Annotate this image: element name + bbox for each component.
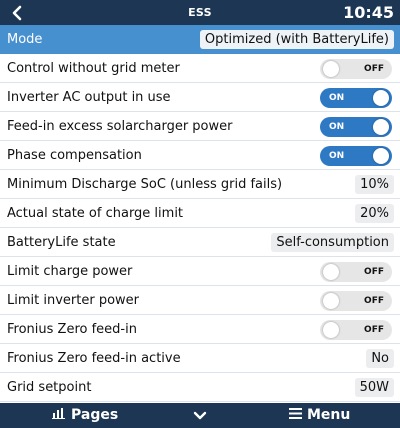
row-mode[interactable]: Mode Optimized (with BatteryLife) [0, 25, 400, 54]
row-fronius-zero-feed-in-active[interactable]: Fronius Zero feed-in active No [0, 344, 400, 373]
phase-compensation-toggle[interactable]: ON [320, 146, 392, 166]
control-without-grid-meter-toggle[interactable]: OFF [320, 59, 392, 79]
row-limit-charge-power[interactable]: Limit charge power OFF [0, 257, 400, 286]
toggle-state: OFF [364, 325, 384, 335]
row-phase-compensation[interactable]: Phase compensation ON [0, 141, 400, 170]
pages-label: Pages [71, 407, 119, 423]
row-label: Actual state of charge limit [7, 205, 184, 221]
hamburger-icon [289, 407, 302, 423]
grid-setpoint-value[interactable]: 50W [354, 378, 394, 397]
pages-button[interactable]: Pages [52, 407, 118, 423]
actual-soc-limit-value: 20% [355, 204, 394, 223]
mode-value[interactable]: Optimized (with BatteryLife) [199, 30, 394, 49]
toggle-knob [323, 293, 339, 309]
inverter-ac-output-toggle[interactable]: ON [320, 88, 392, 108]
row-limit-inverter-power[interactable]: Limit inverter power OFF [0, 286, 400, 315]
toggle-knob [373, 90, 389, 106]
toggle-state: OFF [364, 267, 384, 277]
row-label: Fronius Zero feed-in active [7, 350, 181, 366]
toggle-state: ON [329, 93, 345, 103]
row-inverter-ac-output[interactable]: Inverter AC output in use ON [0, 83, 400, 112]
toggle-knob [373, 119, 389, 135]
row-grid-setpoint[interactable]: Grid setpoint 50W [0, 373, 400, 402]
menu-button[interactable]: Menu [289, 407, 350, 423]
row-feed-in-excess-solar[interactable]: Feed-in excess solarcharger power ON [0, 112, 400, 141]
bottom-bar: Pages Menu [0, 403, 400, 428]
feed-in-excess-solar-toggle[interactable]: ON [320, 117, 392, 137]
row-control-without-grid-meter[interactable]: Control without grid meter OFF [0, 54, 400, 83]
row-label: Minimum Discharge SoC (unless grid fails… [7, 176, 283, 192]
row-label: Grid setpoint [7, 379, 92, 395]
page-title: ESS [188, 6, 212, 19]
row-batterylife-state[interactable]: BatteryLife state Self-consumption [0, 228, 400, 257]
chevron-down-icon[interactable] [193, 409, 207, 425]
limit-inverter-power-toggle[interactable]: OFF [320, 291, 392, 311]
toggle-knob [323, 264, 339, 280]
row-actual-soc-limit[interactable]: Actual state of charge limit 20% [0, 199, 400, 228]
toggle-state: OFF [364, 296, 384, 306]
toggle-knob [323, 61, 339, 77]
toggle-knob [323, 322, 339, 338]
batterylife-state-value: Self-consumption [271, 233, 394, 252]
toggle-knob [373, 148, 389, 164]
fronius-zero-feed-in-toggle[interactable]: OFF [320, 320, 392, 340]
toggle-state: OFF [364, 64, 384, 74]
minimum-discharge-soc-value[interactable]: 10% [355, 175, 394, 194]
menu-label: Menu [307, 407, 351, 423]
row-minimum-discharge-soc[interactable]: Minimum Discharge SoC (unless grid fails… [0, 170, 400, 199]
fronius-zero-feed-in-active-value: No [366, 349, 394, 368]
toggle-state: ON [329, 122, 345, 132]
settings-list: Mode Optimized (with BatteryLife) Contro… [0, 25, 400, 403]
clock: 10:45 [343, 3, 394, 22]
limit-charge-power-toggle[interactable]: OFF [320, 262, 392, 282]
toggle-state: ON [329, 151, 345, 161]
title-bar: ESS 10:45 [0, 0, 400, 25]
bar-chart-icon [52, 407, 66, 423]
row-fronius-zero-feed-in[interactable]: Fronius Zero feed-in OFF [0, 315, 400, 344]
